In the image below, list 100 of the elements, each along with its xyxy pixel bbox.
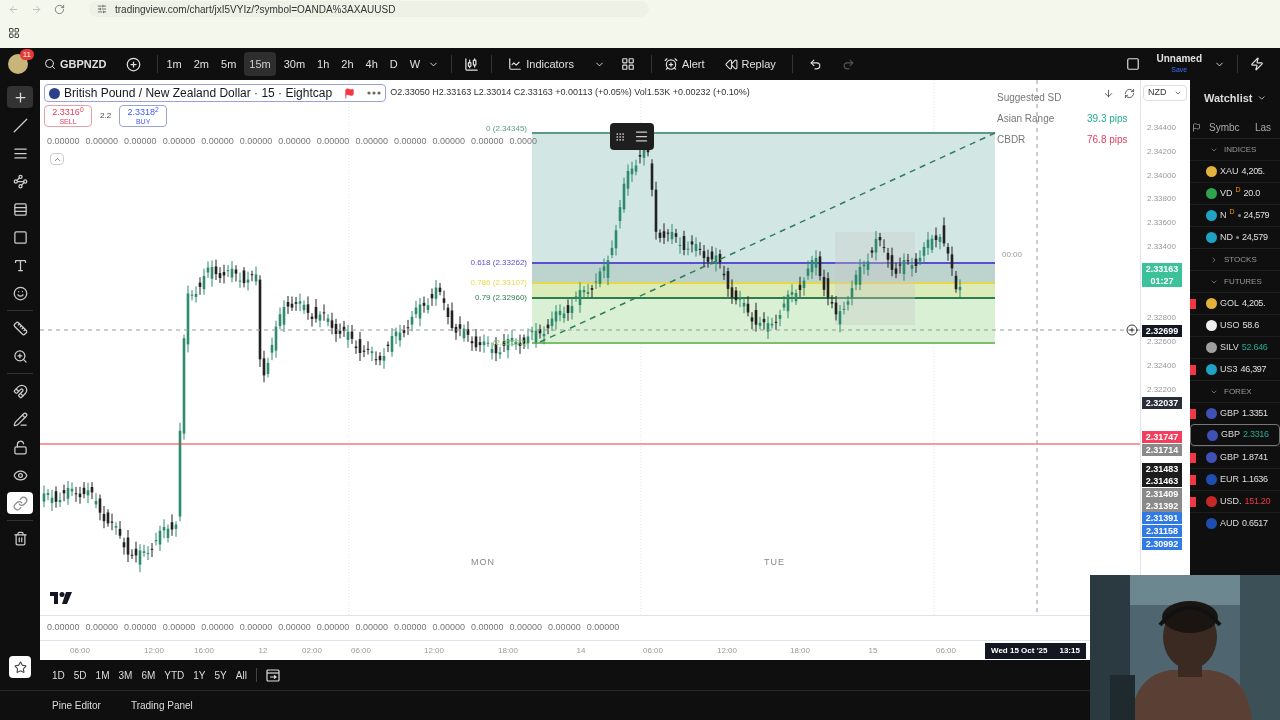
fib-level-line[interactable]: [532, 132, 995, 134]
currency-select[interactable]: NZD: [1143, 85, 1187, 101]
drag-handle-icon[interactable]: [614, 131, 625, 142]
collapse-button[interactable]: [50, 153, 64, 165]
time-tick: 12:00: [424, 645, 444, 657]
indicator-value: 0.00000: [509, 621, 543, 635]
symbol-legend[interactable]: British Pound / New Zealand Dollar · 15 · Eightcap: [44, 84, 387, 102]
templates-icon[interactable]: [620, 57, 635, 71]
watchlist-last: 24,579: [1242, 230, 1268, 244]
interval-tab[interactable]: 4h: [361, 52, 382, 76]
indicator-value: 0.00000: [85, 135, 119, 148]
logo-icon[interactable]: [50, 592, 72, 604]
interval-tab[interactable]: 2m: [189, 52, 213, 76]
range-button[interactable]: YTD: [164, 667, 185, 683]
watchlist-row[interactable]: GBP 1.3351: [1190, 402, 1280, 424]
price-badge: 2.31391: [1142, 512, 1182, 524]
layout-name: Unnamed: [1156, 53, 1202, 64]
more-icon[interactable]: [367, 91, 382, 95]
undo-icon[interactable]: [808, 57, 822, 71]
range-button[interactable]: 6M: [141, 667, 156, 683]
add-alert-icon[interactable]: [1126, 324, 1138, 336]
range-button[interactable]: 5Y: [214, 667, 227, 683]
watchlist-row[interactable]: SILV 52.646: [1190, 336, 1280, 358]
add-symbol-icon[interactable]: [126, 56, 142, 72]
interval-tab[interactable]: 5m: [217, 52, 241, 76]
alert-button[interactable]: Alert: [655, 55, 713, 73]
watchlist-row[interactable]: AUD 0.6517: [1190, 512, 1280, 534]
flag-column-icon[interactable]: [1192, 122, 1201, 132]
range-button[interactable]: All: [235, 667, 247, 683]
price-badge: 2.30992: [1142, 538, 1182, 550]
watchlist-symbol: GOL: [1220, 296, 1239, 310]
interval-tab[interactable]: 30m: [279, 52, 310, 76]
quick-search-icon[interactable]: [1250, 57, 1264, 71]
flag-marker[interactable]: [1190, 475, 1196, 485]
flag-marker[interactable]: [1190, 453, 1196, 463]
highlight-box[interactable]: [835, 232, 915, 325]
crosshair-icon[interactable]: [7, 86, 33, 108]
settings-lines-icon[interactable]: [634, 129, 650, 144]
watchlist-row[interactable]: XAU 4,205.: [1190, 160, 1280, 182]
fib-level-line[interactable]: [532, 282, 995, 284]
range-button[interactable]: 1Y: [193, 667, 206, 683]
interval-tab[interactable]: D: [385, 52, 402, 76]
watchlist-section[interactable]: FUTURES: [1190, 270, 1280, 292]
indicator-value: 0.00000: [355, 621, 388, 635]
indicators-button[interactable]: Indicators: [504, 55, 578, 73]
apps-icon[interactable]: [8, 27, 20, 39]
indicator-value: 0.00000: [124, 135, 157, 148]
refresh-icon[interactable]: [1124, 88, 1135, 99]
interval-tab[interactable]: 2h: [337, 52, 358, 76]
link-icon[interactable]: [7, 492, 33, 514]
favorites-star-button[interactable]: [9, 656, 31, 678]
watchlist-row[interactable]: GBP 2.3316: [1190, 424, 1280, 446]
watchlist-section[interactable]: STOCKS: [1190, 248, 1280, 270]
watchlist-last: 1.3351: [1242, 406, 1268, 420]
fib-level-line[interactable]: [532, 262, 995, 264]
download-icon[interactable]: [1103, 88, 1114, 99]
interval-tab[interactable]: 1h: [313, 52, 334, 76]
candles-icon[interactable]: [464, 56, 480, 72]
range-button[interactable]: 1D: [52, 667, 65, 683]
layout-icon[interactable]: [1126, 57, 1141, 71]
interval-tab[interactable]: 15m: [244, 52, 276, 76]
watchlist-section[interactable]: INDICES: [1190, 138, 1280, 160]
session-label: TUE: [764, 556, 785, 569]
fib-level-line[interactable]: [532, 297, 995, 299]
watchlist-row[interactable]: USD. 151.20: [1190, 490, 1280, 512]
replay-button[interactable]: Replay: [716, 55, 784, 73]
range-button[interactable]: 3M: [118, 667, 133, 683]
address-bar[interactable]: tradingview.com/chart/jxI5VYIz/?symbol=OANDA%3AXAUUSD: [89, 1, 649, 17]
watchlist-title[interactable]: Watchlist: [1204, 89, 1253, 107]
interval-tab[interactable]: W: [405, 52, 425, 76]
flag-marker[interactable]: [1190, 497, 1196, 507]
fib-level-label: 0.618 (2.33262): [470, 258, 527, 268]
watchlist-row[interactable]: GBP 1.8741: [1190, 446, 1280, 468]
column-header[interactable]: Las: [1255, 119, 1272, 135]
flag-marker-icon[interactable]: [344, 87, 356, 99]
interval-tab[interactable]: 1m: [162, 52, 186, 76]
sell-price: 2.3316$^{0}$: [52, 108, 84, 117]
watchlist-row[interactable]: GOL 4,205.: [1190, 292, 1280, 314]
floating-toolbar[interactable]: [610, 123, 654, 150]
flag-marker[interactable]: [1190, 365, 1196, 375]
symbol-search-button[interactable]: GBPNZD: [40, 55, 111, 73]
site-info-icon[interactable]: [97, 4, 107, 14]
range-button[interactable]: 1M: [95, 667, 110, 683]
range-button[interactable]: 5D: [73, 667, 87, 683]
watchlist-section[interactable]: FOREX: [1190, 380, 1280, 402]
reload-icon[interactable]: [54, 3, 65, 15]
watchlist-last: 2.3316: [1243, 428, 1269, 442]
chevron-down-icon[interactable]: [1256, 93, 1266, 103]
bottom-tab[interactable]: Trading Panel: [130, 698, 193, 713]
flag-marker[interactable]: [1190, 409, 1196, 419]
calendar-icon[interactable]: [265, 668, 280, 682]
watchlist-row[interactable]: US3 46,397: [1190, 358, 1280, 380]
column-header[interactable]: Symbc: [1209, 119, 1247, 135]
time-tick: 12:00: [717, 645, 737, 657]
flag-marker[interactable]: [1190, 299, 1196, 309]
watchlist-row[interactable]: EUR 1.1636: [1190, 468, 1280, 490]
watchlist-row[interactable]: ND 24,579: [1190, 226, 1280, 248]
watchlist-row[interactable]: USO 58.6: [1190, 314, 1280, 336]
bottom-tab[interactable]: Pine Editor: [52, 698, 101, 713]
redo-icon[interactable]: [841, 57, 855, 71]
